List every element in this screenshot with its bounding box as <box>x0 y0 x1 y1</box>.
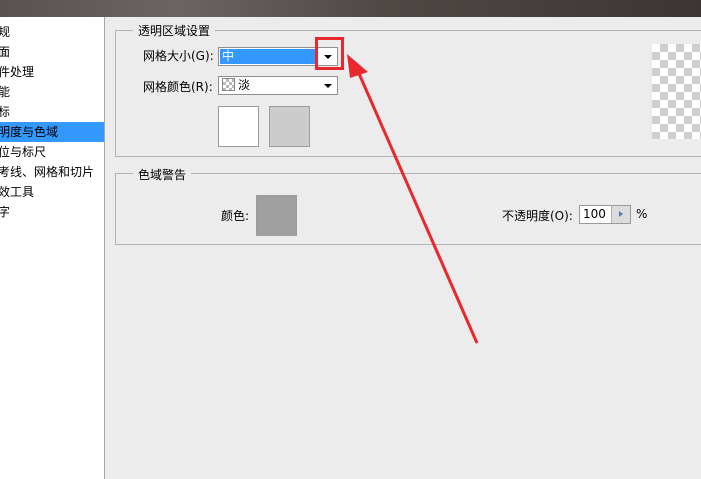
sidebar-item-interface[interactable]: 面 <box>0 42 104 62</box>
opacity-label: 不透明度(O): <box>502 209 573 223</box>
grid-color-select[interactable]: 淡 <box>218 76 338 95</box>
sidebar-item-label: 字 <box>0 205 10 219</box>
opacity-unit: % <box>636 207 648 221</box>
preferences-sidebar: 规 面 件处理 能 标 明度与色域 位与标尺 考线、网格和切片 效工具 字 <box>0 17 105 479</box>
sidebar-item-label: 标 <box>0 105 10 119</box>
sidebar-item-file-handling[interactable]: 件处理 <box>0 62 104 82</box>
sidebar-item-label: 位与标尺 <box>0 145 47 159</box>
sidebar-item-transparency-gamut[interactable]: 明度与色域 <box>0 122 104 142</box>
sidebar-item-label: 明度与色域 <box>0 125 59 139</box>
sidebar-item-performance[interactable]: 能 <box>0 82 104 102</box>
grid-size-selection <box>220 49 317 64</box>
sidebar-item-label: 考线、网格和切片 <box>0 165 95 179</box>
annotation-highlight-box <box>315 37 344 70</box>
sidebar-item-plugins[interactable]: 效工具 <box>0 182 104 202</box>
opacity-value: 100 <box>583 207 606 221</box>
gamut-warning-title: 色域警告 <box>133 166 192 183</box>
checker-swatch-icon <box>222 78 235 91</box>
sidebar-item-cursors[interactable]: 标 <box>0 102 104 122</box>
sidebar-item-label: 效工具 <box>0 185 35 199</box>
grid-color-swatch-dark[interactable] <box>269 106 310 147</box>
sidebar-item-label: 件处理 <box>0 65 35 79</box>
grid-size-label: 网格大小(G): <box>143 49 214 63</box>
window-title-bar <box>0 0 701 17</box>
gamut-color-label: 颜色: <box>221 209 250 223</box>
grid-color-swatch-light[interactable] <box>218 106 259 147</box>
sidebar-item-label: 规 <box>0 25 10 39</box>
sidebar-item-type[interactable]: 字 <box>0 202 104 222</box>
grid-size-value: 中 <box>222 49 235 63</box>
chevron-down-icon[interactable] <box>319 77 337 94</box>
opacity-slider-arrow-icon[interactable] <box>611 206 630 223</box>
sidebar-item-label: 能 <box>0 85 10 99</box>
grid-color-label: 网格颜色(R): <box>143 80 213 94</box>
opacity-input[interactable]: 100 <box>579 205 631 224</box>
sidebar-item-label: 面 <box>0 45 10 59</box>
sidebar-item-guides-grid-slices[interactable]: 考线、网格和切片 <box>0 162 104 182</box>
transparency-preview <box>652 44 701 139</box>
gamut-color-swatch[interactable] <box>256 195 297 236</box>
grid-color-value: 淡 <box>238 78 251 92</box>
sidebar-item-general[interactable]: 规 <box>0 22 104 42</box>
transparency-settings-title: 透明区域设置 <box>133 22 216 39</box>
sidebar-item-units-rulers[interactable]: 位与标尺 <box>0 142 104 162</box>
